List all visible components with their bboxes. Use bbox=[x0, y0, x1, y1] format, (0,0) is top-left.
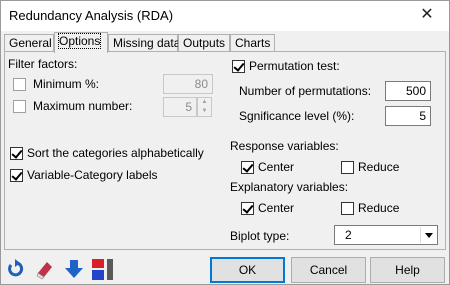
ok-button[interactable]: OK bbox=[210, 257, 285, 283]
response-center-label: Center bbox=[258, 160, 295, 174]
minimum-checkbox[interactable] bbox=[13, 78, 26, 91]
spin-up-icon[interactable]: ▲ bbox=[198, 98, 211, 107]
explanatory-variables-label: Explanatory variables: bbox=[230, 180, 349, 194]
minimum-input[interactable]: 80 bbox=[163, 74, 213, 94]
tab-outputs[interactable]: Outputs bbox=[178, 34, 230, 52]
significance-label: Sgnificance level (%): bbox=[239, 109, 355, 123]
response-reduce-label: Reduce bbox=[358, 160, 400, 174]
var-cat-labels-checkbox[interactable] bbox=[10, 169, 23, 182]
response-center-checkbox[interactable] bbox=[241, 161, 254, 174]
minimum-label: Minimum %: bbox=[33, 77, 100, 91]
cancel-button[interactable]: Cancel bbox=[291, 257, 366, 283]
biplot-type-label: Biplot type: bbox=[230, 229, 290, 243]
maximum-label: Maximum number: bbox=[33, 99, 133, 113]
chevron-down-icon[interactable] bbox=[420, 227, 436, 243]
var-cat-labels-label: Variable-Category labels bbox=[27, 168, 158, 182]
permutation-checkbox[interactable] bbox=[232, 60, 245, 73]
help-button[interactable]: Help bbox=[370, 257, 445, 283]
response-variables-label: Response variables: bbox=[230, 139, 339, 153]
tab-general[interactable]: General bbox=[4, 34, 54, 52]
response-reduce-checkbox[interactable] bbox=[341, 161, 354, 174]
explanatory-reduce-checkbox[interactable] bbox=[341, 202, 354, 215]
explanatory-center-checkbox[interactable] bbox=[241, 202, 254, 215]
tab-charts[interactable]: Charts bbox=[230, 34, 275, 52]
dialog-window: Redundancy Analysis (RDA) ✕ General Opti… bbox=[0, 0, 450, 285]
permutation-label: Permutation test: bbox=[249, 59, 340, 73]
maximum-checkbox[interactable] bbox=[13, 100, 26, 113]
options-panel: Filter factors: Minimum %: 80 Maximum nu… bbox=[4, 51, 446, 250]
reset-icon[interactable] bbox=[6, 258, 26, 280]
spin-down-icon[interactable]: ▼ bbox=[198, 107, 211, 116]
tab-options[interactable]: Options bbox=[54, 32, 108, 53]
down-arrow-icon[interactable] bbox=[64, 258, 84, 280]
sheet-icon[interactable] bbox=[91, 258, 117, 280]
num-permutations-input[interactable]: 500 bbox=[385, 81, 431, 101]
explanatory-center-label: Center bbox=[258, 201, 295, 215]
eraser-icon[interactable] bbox=[35, 258, 55, 280]
maximum-input[interactable]: 5 bbox=[163, 97, 197, 117]
num-permutations-label: Number of permutations: bbox=[239, 84, 372, 98]
filter-factors-label: Filter factors: bbox=[8, 57, 78, 71]
title-bar: Redundancy Analysis (RDA) ✕ bbox=[1, 1, 449, 31]
biplot-type-value: 2 bbox=[345, 228, 352, 242]
tab-missing-data[interactable]: Missing data bbox=[108, 34, 180, 52]
window-title: Redundancy Analysis (RDA) bbox=[9, 8, 174, 23]
close-icon[interactable]: ✕ bbox=[405, 1, 449, 31]
explanatory-reduce-label: Reduce bbox=[358, 201, 400, 215]
sort-alpha-checkbox[interactable] bbox=[10, 147, 23, 160]
significance-input[interactable]: 5 bbox=[385, 106, 431, 126]
sort-alpha-label: Sort the categories alphabetically bbox=[27, 146, 204, 160]
maximum-spinner[interactable]: ▲ ▼ bbox=[197, 97, 212, 117]
biplot-type-select[interactable]: 2 bbox=[334, 225, 438, 245]
